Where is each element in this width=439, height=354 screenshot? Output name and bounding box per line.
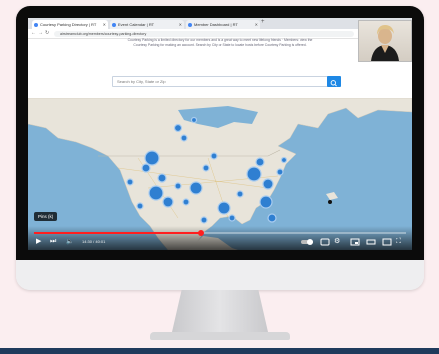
url-field[interactable]: airstreamclub.org/members/courtesy-parki… — [54, 30, 354, 37]
time-display: 14:30 / 40:01 — [82, 239, 106, 244]
play-icon[interactable]: ▶ — [36, 237, 41, 247]
browser-tab[interactable]: Event Calendar | RT ✕ — [110, 20, 184, 29]
close-tab-icon[interactable]: ✕ — [103, 20, 106, 29]
player-tooltip: Pins (k) — [34, 212, 58, 221]
map-cluster-marker — [189, 181, 203, 195]
close-tab-icon[interactable]: ✕ — [179, 20, 182, 29]
forward-icon[interactable]: → — [38, 29, 43, 38]
screen: Courtesy Parking Directory | RT ✕ Event … — [28, 18, 412, 250]
video-controls: ▶ ⏭ 🔈 14:30 / 40:01 ⚙ ⛶ — [28, 226, 412, 250]
map-cluster-marker — [200, 216, 208, 224]
map-cluster-marker — [236, 190, 244, 198]
map-cluster-marker — [162, 196, 174, 208]
map-cluster-marker — [157, 173, 167, 183]
tab-favicon-icon — [34, 22, 38, 27]
map-cluster-marker — [217, 201, 231, 215]
map-cluster-marker — [255, 157, 265, 167]
presenter-webcam — [358, 20, 412, 62]
map-cluster-marker — [141, 163, 151, 173]
map-cluster-marker — [173, 123, 183, 133]
map-cluster-marker — [280, 156, 288, 164]
next-icon[interactable]: ⏭ — [50, 237, 56, 247]
map-cluster-marker — [190, 116, 198, 124]
theater-icon[interactable] — [366, 237, 376, 250]
map-cluster-marker — [276, 168, 284, 176]
monitor-chin — [16, 260, 424, 290]
map-cluster-marker — [174, 182, 182, 190]
browser-tab-bar: Courtesy Parking Directory | RT ✕ Event … — [28, 18, 412, 29]
browser-tab[interactable]: Courtesy Parking Directory | RT ✕ — [32, 20, 108, 29]
map-cluster-marker — [202, 164, 210, 172]
tab-favicon-icon — [112, 22, 116, 27]
cast-icon[interactable] — [382, 237, 392, 250]
close-tab-icon[interactable]: ✕ — [255, 20, 258, 29]
map-cluster-marker — [126, 178, 134, 186]
autoplay-toggle-icon[interactable] — [300, 237, 314, 250]
search-button[interactable] — [327, 76, 341, 87]
map-cluster-marker — [228, 214, 236, 222]
search-placeholder: Search by City, State or Zip — [117, 79, 166, 84]
settings-icon[interactable]: ⚙ — [334, 237, 340, 247]
search-icon — [330, 80, 337, 87]
progress-scrubber[interactable] — [198, 230, 205, 236]
map-cluster-marker — [182, 198, 190, 206]
map-cluster-marker — [144, 150, 160, 166]
map-cluster-marker — [246, 166, 262, 182]
tab-favicon-icon — [188, 22, 192, 27]
presenter-image — [371, 25, 399, 61]
intro-text: Courtesy Parking is a limited directory … — [28, 38, 412, 60]
new-tab-button[interactable]: + — [261, 19, 265, 25]
location-search-input[interactable]: Search by City, State or Zip — [112, 76, 338, 87]
miniplayer-icon[interactable] — [350, 237, 360, 250]
bottom-band — [0, 348, 439, 354]
fullscreen-icon[interactable]: ⛶ — [396, 237, 401, 247]
reload-icon[interactable]: ↻ — [45, 29, 49, 38]
map-cluster-marker — [267, 213, 277, 223]
progress-fill — [34, 232, 202, 234]
progress-bar[interactable] — [34, 230, 406, 236]
map-cluster-marker — [148, 185, 164, 201]
map-cluster-marker — [136, 202, 144, 210]
map-cluster-marker — [259, 195, 273, 209]
subtitles-icon[interactable] — [320, 237, 330, 250]
intro-line: Courtesy Parking for making an account. … — [133, 43, 307, 47]
volume-icon[interactable]: 🔈 — [66, 237, 73, 247]
map-cluster-marker — [180, 134, 188, 142]
browser-tab[interactable]: Member Dashboard | RT ✕ — [186, 20, 260, 29]
monitor-stand-base — [150, 332, 290, 340]
map-cluster-marker — [262, 178, 274, 190]
island — [326, 192, 338, 200]
monitor-stand — [172, 290, 268, 332]
map-cluster-marker — [210, 152, 218, 160]
back-icon[interactable]: ← — [31, 29, 36, 38]
mouse-cursor — [328, 200, 332, 204]
